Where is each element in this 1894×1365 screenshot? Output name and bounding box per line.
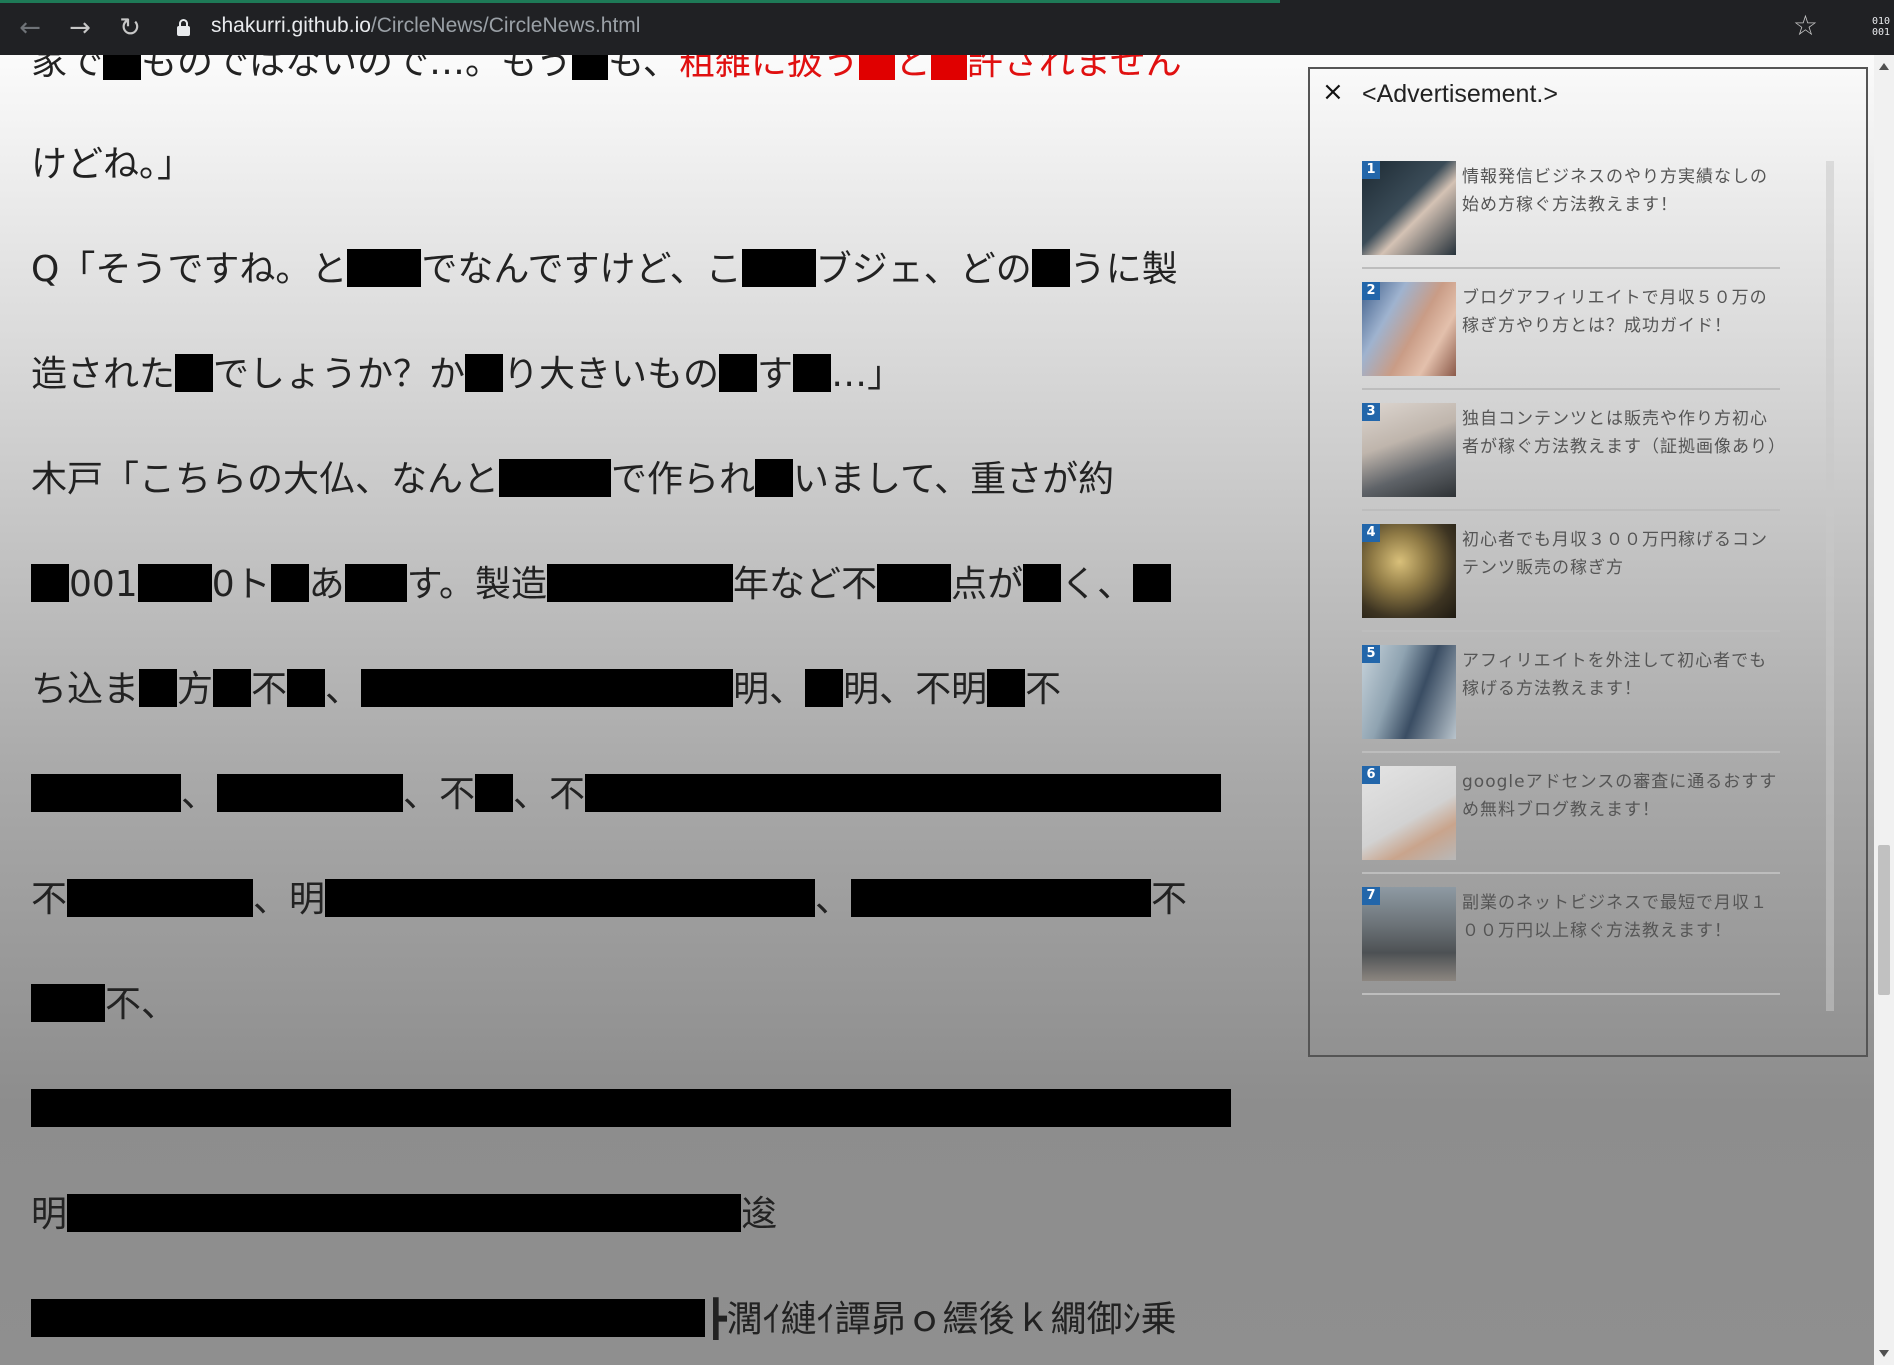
browser-toolbar: ← → ↻ shakurri.github.io/CircleNews/Circ… (0, 0, 1894, 55)
rank-badge: 3 (1362, 403, 1380, 421)
ad-link[interactable]: googleアドセンスの審査に通るおすすめ無料ブログ教えます！ (1462, 768, 1780, 824)
scroll-up-arrow-icon[interactable] (1879, 63, 1889, 70)
address-bar[interactable]: shakurri.github.io/CircleNews/CircleNews… (165, 10, 1865, 46)
rank-badge: 6 (1362, 766, 1380, 784)
rank-badge: 5 (1362, 645, 1380, 663)
article-line: 、、不 、不 (31, 773, 1222, 817)
page-content: 家で ものではないので…。もう も、粗雑に扱うと許されません けどね。」 Q「そうで… (0, 55, 1874, 1365)
bookmark-star-icon[interactable]: ☆ (1793, 10, 1818, 42)
loading-bar (0, 0, 1280, 3)
ad-link[interactable]: 独自コンテンツとは販売や作り方初心者が稼ぐ方法教えます（証拠画像あり） (1462, 405, 1785, 461)
reload-icon[interactable]: ↻ (114, 12, 146, 44)
article-line: 造された でしょうか？か り大きいものす…」 (31, 354, 904, 395)
url-path: /CircleNews/CircleNews.html (370, 14, 641, 37)
article-line: 001 0トあす。製造 年など不 点が く、 (31, 563, 1172, 607)
ad-thumbnail-image[interactable]: 4 (1362, 524, 1456, 618)
lock-icon (177, 19, 190, 36)
page-scrollbar[interactable] (1874, 55, 1894, 1365)
ad-link[interactable]: ブログアフィリエイトで月収５０万の稼ぎ方やり方とは？成功ガイド！ (1462, 284, 1780, 340)
ad-list-item[interactable]: 5 アフィリエイトを外注して初心者でも稼げる方法教えます！ (1362, 631, 1780, 753)
forward-arrow-icon[interactable]: → (64, 12, 96, 44)
scroll-down-arrow-icon[interactable] (1879, 1350, 1889, 1357)
article-line: 不、 (31, 983, 177, 1027)
article-line: けどね。」 (31, 144, 194, 185)
ad-list-item[interactable]: 2 ブログアフィリエイトで月収５０万の稼ぎ方やり方とは？成功ガイド！ (1362, 268, 1780, 390)
ad-link[interactable]: 初心者でも月収３００万円稼げるコンテンツ販売の稼ぎ方 (1462, 526, 1780, 582)
ad-list-item[interactable]: 4 初心者でも月収３００万円稼げるコンテンツ販売の稼ぎ方 (1362, 510, 1780, 632)
extension-icon[interactable]: 010 001 (1872, 16, 1890, 38)
ad-scrollbar[interactable] (1826, 161, 1834, 1011)
url-text[interactable]: shakurri.github.io/CircleNews/CircleNews… (211, 14, 640, 38)
ad-list-item[interactable]: 1 情報発信ビジネスのやり方実績なしの始め方稼ぐ方法教えます！ (1362, 147, 1780, 269)
article-line: 不、明、不 (31, 879, 1188, 920)
ad-title: <Advertisement.> (1362, 80, 1558, 108)
ad-thumbnail-image[interactable]: 2 (1362, 282, 1456, 376)
advertisement-panel: × <Advertisement.> 1 情報発信ビジネスのやり方実績なしの始め… (1308, 67, 1868, 1057)
rank-badge: 7 (1362, 887, 1380, 905)
rank-badge: 2 (1362, 282, 1380, 300)
article-line (31, 1088, 1231, 1132)
article-line: 家で ものではないので…。もう も、粗雑に扱うと許されません (31, 55, 1182, 85)
url-host: shakurri.github.io (211, 14, 371, 37)
ad-list-item[interactable]: 3 独自コンテンツとは販売や作り方初心者が稼ぐ方法教えます（証拠画像あり） (1362, 389, 1785, 511)
article-line: ち込ま方不、明、 明、不明不 (31, 669, 1062, 710)
ad-thumbnail-image[interactable]: 6 (1362, 766, 1456, 860)
close-icon[interactable]: × (1322, 77, 1344, 107)
rank-badge: 4 (1362, 524, 1380, 542)
rank-badge: 1 (1362, 161, 1380, 179)
ad-link[interactable]: 情報発信ビジネスのやり方実績なしの始め方稼ぐ方法教えます！ (1462, 163, 1780, 219)
ad-thumbnail-image[interactable]: 1 (1362, 161, 1456, 255)
ad-list-item[interactable]: 7 副業のネットビジネスで最短で月収１００万円以上稼ぐ方法教えます！ (1362, 873, 1780, 995)
article-line: 明逡 (31, 1194, 778, 1235)
article-line: Q「そうですね。と でなんですけど、こ ブジェ、どの うに製 (31, 249, 1178, 290)
ad-link[interactable]: アフィリエイトを外注して初心者でも稼げる方法教えます！ (1462, 647, 1780, 703)
ad-thumbnail-image[interactable]: 5 (1362, 645, 1456, 739)
ad-list-item[interactable]: 6 googleアドセンスの審査に通るおすすめ無料ブログ教えます！ (1362, 752, 1780, 874)
scrollbar-thumb[interactable] (1878, 845, 1890, 995)
article-line: ┣濶ｲ縺ｲ譚昴ｏ繧後ｋ繝御ｼ乗 (31, 1298, 1177, 1342)
article-line: 木戸「こちらの大仏、なんと で作られ いまして、重さが約 (31, 459, 1115, 500)
ad-thumbnail-image[interactable]: 7 (1362, 887, 1456, 981)
back-arrow-icon[interactable]: ← (14, 12, 46, 44)
ad-link[interactable]: 副業のネットビジネスで最短で月収１００万円以上稼ぐ方法教えます！ (1462, 889, 1780, 945)
ad-thumbnail-image[interactable]: 3 (1362, 403, 1456, 497)
